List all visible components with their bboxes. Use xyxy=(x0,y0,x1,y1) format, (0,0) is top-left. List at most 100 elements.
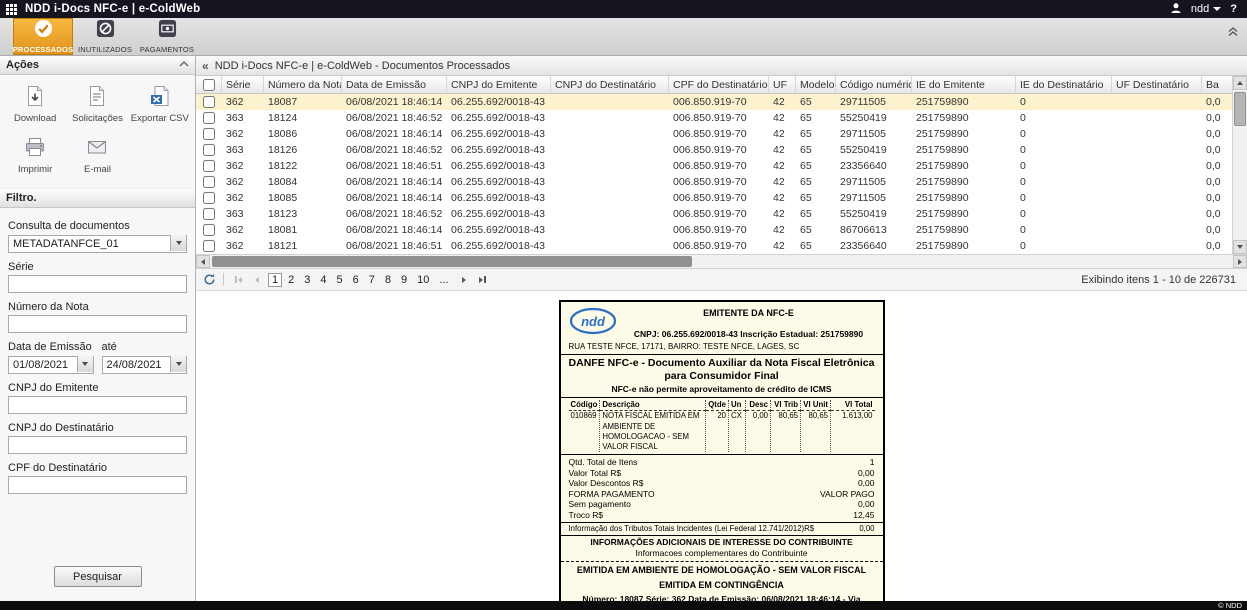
table-row[interactable]: 3621808506/08/2021 18:46:1406.255.692/00… xyxy=(196,190,1232,206)
page-button[interactable]: 3 xyxy=(300,273,314,287)
row-checkbox-cell[interactable] xyxy=(196,94,222,110)
scroll-right-button[interactable] xyxy=(1233,255,1247,268)
data-ate-combo[interactable] xyxy=(102,355,188,374)
danfe-column-header: Qtde xyxy=(706,400,729,411)
solicitacoes-button[interactable]: Solicitações xyxy=(66,85,128,124)
previous-page-button[interactable] xyxy=(249,272,265,288)
column-header[interactable]: Data de Emissão xyxy=(342,76,447,94)
table-row[interactable]: 3621808706/08/2021 18:46:1406.255.692/00… xyxy=(196,94,1232,110)
row-checkbox[interactable] xyxy=(203,176,215,188)
next-page-button[interactable] xyxy=(456,272,472,288)
column-header[interactable]: IE do Emitente xyxy=(912,76,1016,94)
scroll-left-button[interactable] xyxy=(196,255,210,268)
page-button[interactable]: 5 xyxy=(333,273,347,287)
vertical-scrollbar[interactable] xyxy=(1232,76,1247,254)
app-grid-icon[interactable] xyxy=(6,4,17,15)
row-checkbox[interactable] xyxy=(203,96,215,108)
serie-input[interactable] xyxy=(8,275,187,293)
row-checkbox[interactable] xyxy=(203,208,215,220)
table-row[interactable]: 3621808106/08/2021 18:46:1406.255.692/00… xyxy=(196,222,1232,238)
row-checkbox[interactable] xyxy=(203,240,215,252)
page-button[interactable]: 8 xyxy=(381,273,395,287)
tab-processados[interactable]: PROCESSADOS xyxy=(13,18,73,55)
first-page-button[interactable] xyxy=(230,272,246,288)
page-button[interactable]: 10 xyxy=(413,273,433,287)
row-checkbox-cell[interactable] xyxy=(196,158,222,174)
row-checkbox-cell[interactable] xyxy=(196,110,222,126)
vscroll-thumb[interactable] xyxy=(1234,92,1246,126)
column-header[interactable]: Número da Nota xyxy=(264,76,342,94)
email-button[interactable]: E-mail xyxy=(66,136,128,175)
column-header[interactable]: Série xyxy=(222,76,264,94)
tributos-value: 0,00 xyxy=(859,524,874,534)
print-button[interactable]: Imprimir xyxy=(4,136,66,175)
column-header[interactable]: CPF do Destinatário xyxy=(669,76,769,94)
table-row[interactable]: 3631812406/08/2021 18:46:5206.255.692/00… xyxy=(196,110,1232,126)
horizontal-scrollbar[interactable] xyxy=(196,254,1247,269)
help-icon[interactable]: ? xyxy=(1230,3,1237,15)
tab-inutilizados[interactable]: INUTILIZADOS xyxy=(75,18,135,55)
grid-cell: 18123 xyxy=(264,206,342,222)
cnpj-emitente-input[interactable] xyxy=(8,396,187,414)
table-row[interactable]: 3621808606/08/2021 18:46:1406.255.692/00… xyxy=(196,126,1232,142)
collapse-sidebar-icon[interactable]: « xyxy=(202,60,209,72)
row-checkbox-cell[interactable] xyxy=(196,206,222,222)
collapse-actions-icon[interactable] xyxy=(179,59,189,71)
grid-header-checkbox[interactable] xyxy=(196,76,222,94)
page-button[interactable]: 6 xyxy=(349,273,363,287)
row-checkbox[interactable] xyxy=(203,112,215,124)
numero-nota-input[interactable] xyxy=(8,315,187,333)
column-header[interactable]: CNPJ do Emitente xyxy=(447,76,551,94)
page-button[interactable]: 2 xyxy=(284,273,298,287)
consulta-dropdown-trigger[interactable] xyxy=(170,235,186,251)
table-row[interactable]: 3621808406/08/2021 18:46:1406.255.692/00… xyxy=(196,174,1232,190)
scroll-up-button[interactable] xyxy=(1233,76,1247,90)
consulta-combo[interactable] xyxy=(8,234,187,253)
data-ate-dropdown-trigger[interactable] xyxy=(170,356,186,372)
grid-cell: 06.255.692/0018-43 xyxy=(447,174,551,190)
page-button[interactable]: 1 xyxy=(268,273,282,287)
hscroll-thumb[interactable] xyxy=(212,256,692,267)
column-header[interactable]: Código numérico xyxy=(836,76,912,94)
page-button[interactable]: 9 xyxy=(397,273,411,287)
column-header[interactable]: UF xyxy=(769,76,796,94)
tab-pagamentos[interactable]: PAGAMENTOS xyxy=(137,18,197,55)
row-checkbox[interactable] xyxy=(203,160,215,172)
table-row[interactable]: 3621812206/08/2021 18:46:5106.255.692/00… xyxy=(196,158,1232,174)
scroll-down-button[interactable] xyxy=(1233,240,1247,254)
consulta-input[interactable] xyxy=(8,235,187,253)
row-checkbox[interactable] xyxy=(203,128,215,140)
column-header[interactable]: CNPJ do Destinatário xyxy=(551,76,669,94)
select-all-checkbox[interactable] xyxy=(203,79,215,91)
row-checkbox-cell[interactable] xyxy=(196,142,222,158)
row-checkbox[interactable] xyxy=(203,224,215,236)
data-de-dropdown-trigger[interactable] xyxy=(77,356,93,372)
row-checkbox-cell[interactable] xyxy=(196,238,222,254)
refresh-button[interactable] xyxy=(201,272,217,288)
last-page-button[interactable] xyxy=(475,272,491,288)
cnpj-destinatario-input[interactable] xyxy=(8,436,187,454)
column-header[interactable]: Modelo xyxy=(796,76,836,94)
pesquisar-button[interactable]: Pesquisar xyxy=(54,566,142,587)
row-checkbox[interactable] xyxy=(203,192,215,204)
column-header[interactable]: UF Destinatário xyxy=(1112,76,1202,94)
column-header[interactable]: IE do Destinatário xyxy=(1016,76,1112,94)
export-csv-button[interactable]: Exportar CSV xyxy=(129,85,191,124)
column-header[interactable]: Ba xyxy=(1202,76,1232,94)
download-button[interactable]: Download xyxy=(4,85,66,124)
table-row[interactable]: 3631812306/08/2021 18:46:5206.255.692/00… xyxy=(196,206,1232,222)
row-checkbox[interactable] xyxy=(203,144,215,156)
data-de-combo[interactable] xyxy=(8,355,94,374)
collapse-toolbar-icon[interactable] xyxy=(1227,24,1239,42)
page-button[interactable]: 7 xyxy=(365,273,379,287)
row-checkbox-cell[interactable] xyxy=(196,174,222,190)
table-row[interactable]: 3621812106/08/2021 18:46:5106.255.692/00… xyxy=(196,238,1232,254)
user-menu[interactable]: ndd xyxy=(1191,3,1221,15)
page-button[interactable]: 4 xyxy=(316,273,330,287)
row-checkbox-cell[interactable] xyxy=(196,190,222,206)
row-checkbox-cell[interactable] xyxy=(196,126,222,142)
cpf-destinatario-input[interactable] xyxy=(8,476,187,494)
row-checkbox-cell[interactable] xyxy=(196,222,222,238)
grid-cell: 251759890 xyxy=(912,190,1016,206)
table-row[interactable]: 3631812606/08/2021 18:46:5206.255.692/00… xyxy=(196,142,1232,158)
